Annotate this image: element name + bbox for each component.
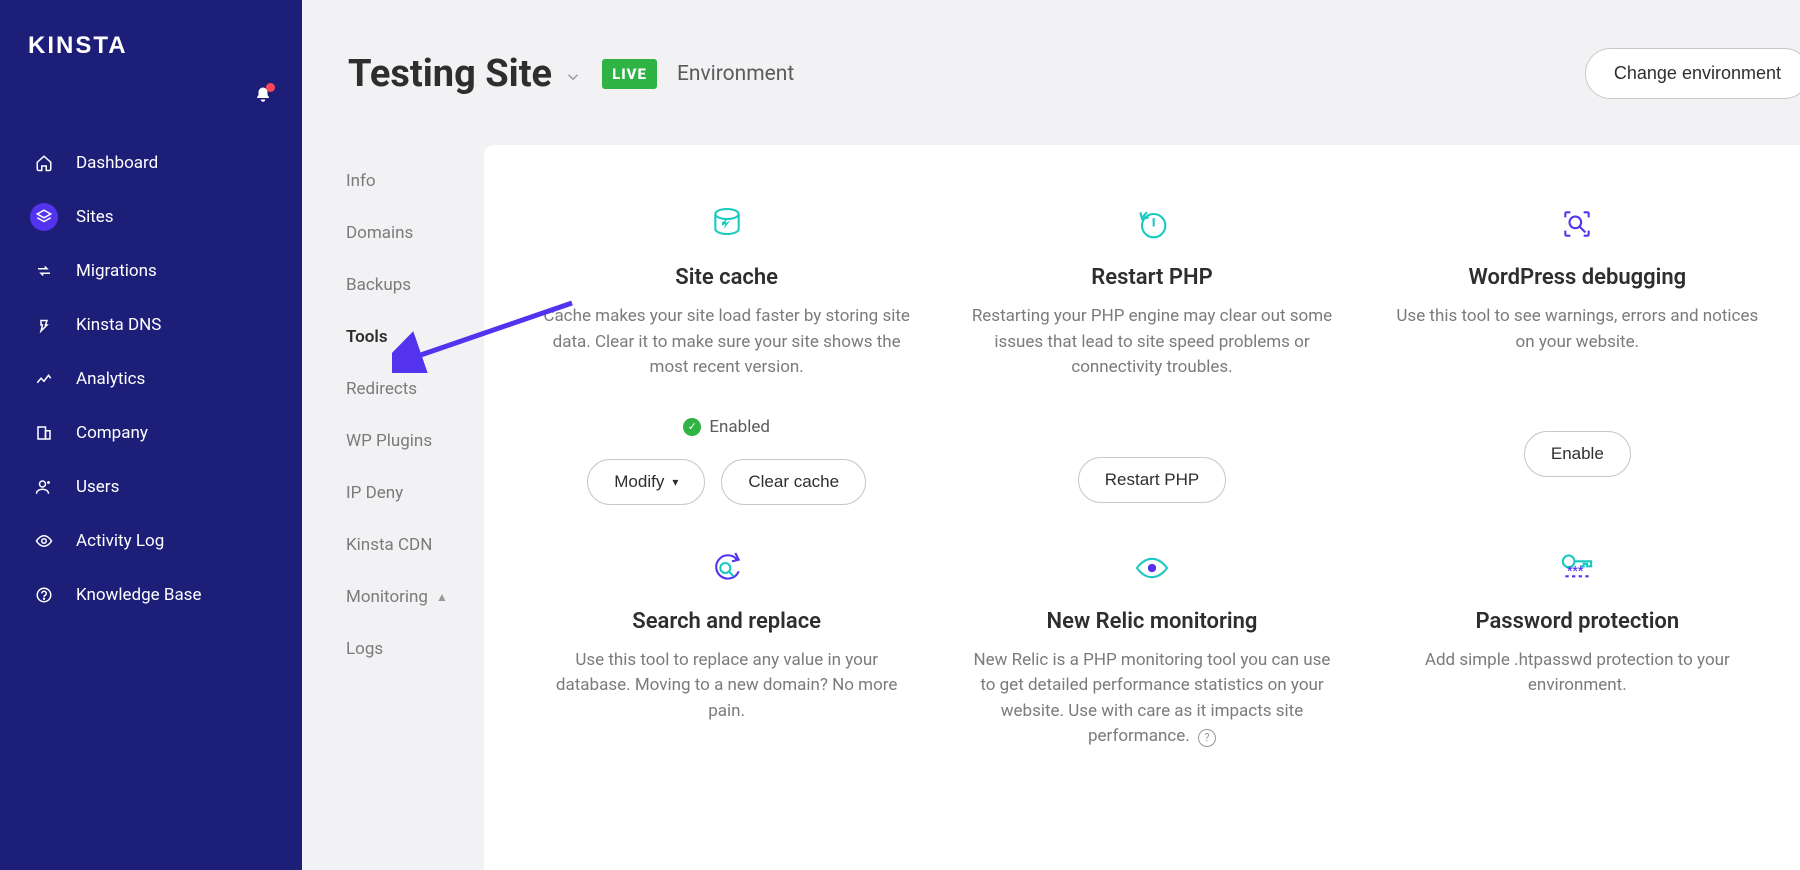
card-password-protection: *** Password protection Add simple .htpa… — [1375, 545, 1780, 750]
svg-text:***: *** — [1567, 563, 1584, 577]
card-title: Search and replace — [542, 609, 911, 634]
sitenav-info[interactable]: Info — [346, 155, 484, 207]
password-icon: *** — [1393, 545, 1762, 591]
card-desc: Use this tool to replace any value in yo… — [542, 648, 911, 725]
eye-icon — [30, 527, 58, 555]
sitenav-domains[interactable]: Domains — [346, 207, 484, 259]
home-icon — [30, 149, 58, 177]
restart-icon — [967, 201, 1336, 247]
main-area: Testing Site LIVE Environment Change env… — [302, 0, 1800, 870]
nav-activity-log[interactable]: Activity Log — [12, 515, 290, 567]
brand-text: KINSTA — [28, 32, 128, 60]
card-restart-php: Restart PHP Restarting your PHP engine m… — [949, 201, 1354, 505]
sitenav-ip-deny[interactable]: IP Deny — [346, 467, 484, 519]
card-title: Password protection — [1393, 609, 1762, 634]
status-text: Enabled — [709, 417, 770, 437]
sitenav-wp-plugins[interactable]: WP Plugins — [346, 415, 484, 467]
card-desc: New Relic is a PHP monitoring tool you c… — [967, 648, 1336, 750]
nav-label: Sites — [76, 207, 114, 227]
sitenav-logs[interactable]: Logs — [346, 623, 484, 675]
card-wp-debugging: WordPress debugging Use this tool to see… — [1375, 201, 1780, 505]
help-icon — [30, 581, 58, 609]
nav-label: Dashboard — [76, 153, 158, 173]
sitenav-tools[interactable]: Tools — [346, 311, 484, 363]
sitenav-monitoring[interactable]: Monitoring ▲ — [346, 571, 484, 623]
nav-migrations[interactable]: Migrations — [12, 245, 290, 297]
nav-label: Knowledge Base — [76, 585, 201, 605]
check-icon: ✓ — [683, 418, 701, 436]
card-desc: Cache makes your site load faster by sto… — [542, 304, 911, 381]
sitenav-redirects[interactable]: Redirects — [346, 363, 484, 415]
search-replace-icon — [542, 545, 911, 591]
nav-label: Activity Log — [76, 531, 164, 551]
nav-knowledge-base[interactable]: Knowledge Base — [12, 569, 290, 621]
monitoring-icon — [967, 545, 1336, 591]
brand-logo: KINSTA — [0, 18, 302, 78]
nav-dashboard[interactable]: Dashboard — [12, 137, 290, 189]
card-title: WordPress debugging — [1393, 265, 1762, 290]
sitenav-kinsta-cdn[interactable]: Kinsta CDN — [346, 519, 484, 571]
nav-label: Company — [76, 423, 148, 443]
site-title[interactable]: Testing Site — [348, 52, 582, 96]
migration-icon — [30, 257, 58, 285]
nav-label: Kinsta DNS — [76, 315, 161, 335]
debug-icon — [1393, 201, 1762, 247]
main-nav: Dashboard Sites Migrations Kinsta DNS — [0, 131, 302, 627]
notification-dot — [266, 83, 275, 92]
restart-php-button[interactable]: Restart PHP — [1078, 457, 1226, 503]
main-sidebar: KINSTA Dashboard Sites — [0, 0, 302, 870]
chevron-down-icon: ▾ — [672, 475, 678, 489]
nav-company[interactable]: Company — [12, 407, 290, 459]
card-new-relic: New Relic monitoring New Relic is a PHP … — [949, 545, 1354, 750]
nav-label: Migrations — [76, 261, 157, 281]
users-icon — [30, 473, 58, 501]
nav-analytics[interactable]: Analytics — [12, 353, 290, 405]
cache-icon — [542, 201, 911, 247]
notifications-bell-icon[interactable] — [254, 86, 272, 109]
card-search-replace: Search and replace Use this tool to repl… — [524, 545, 929, 750]
cache-status: ✓ Enabled — [542, 417, 911, 437]
nav-kinsta-dns[interactable]: Kinsta DNS — [12, 299, 290, 351]
site-title-text: Testing Site — [348, 52, 552, 96]
site-subnav: Info Domains Backups Tools Redirects WP … — [302, 145, 484, 870]
layers-icon — [30, 203, 58, 231]
enable-debug-button[interactable]: Enable — [1524, 431, 1631, 477]
nav-users[interactable]: Users — [12, 461, 290, 513]
card-title: Restart PHP — [967, 265, 1336, 290]
page-header: Testing Site LIVE Environment Change env… — [302, 0, 1800, 145]
sitenav-backups[interactable]: Backups — [346, 259, 484, 311]
change-environment-button[interactable]: Change environment — [1585, 48, 1800, 99]
analytics-icon — [30, 365, 58, 393]
dns-icon — [30, 311, 58, 339]
warning-icon: ▲ — [436, 590, 448, 604]
tools-panel: Site cache Cache makes your site load fa… — [484, 145, 1800, 870]
card-title: New Relic monitoring — [967, 609, 1336, 634]
card-desc: Use this tool to see warnings, errors an… — [1393, 304, 1762, 355]
card-title: Site cache — [542, 265, 911, 290]
card-site-cache: Site cache Cache makes your site load fa… — [524, 201, 929, 505]
chevron-down-icon — [564, 52, 582, 96]
live-badge: LIVE — [602, 59, 657, 89]
nav-sites[interactable]: Sites — [12, 191, 290, 243]
clear-cache-button[interactable]: Clear cache — [721, 459, 866, 505]
environment-label: Environment — [677, 62, 794, 86]
modify-cache-button[interactable]: Modify ▾ — [587, 459, 705, 505]
info-icon[interactable]: ? — [1198, 729, 1216, 747]
card-desc: Restarting your PHP engine may clear out… — [967, 304, 1336, 381]
nav-label: Users — [76, 477, 119, 497]
nav-label: Analytics — [76, 369, 145, 389]
company-icon — [30, 419, 58, 447]
card-desc: Add simple .htpasswd protection to your … — [1393, 648, 1762, 699]
